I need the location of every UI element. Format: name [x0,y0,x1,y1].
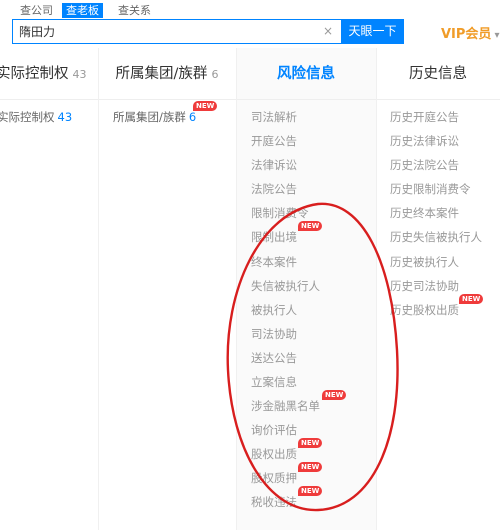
history-item[interactable]: 历史限制消费令 [390,181,471,197]
history-item[interactable]: 历史失信被执行人 [390,229,482,245]
risk-item[interactable]: 失信被执行人 [251,278,320,294]
new-badge: NEW [298,486,323,496]
risk-item[interactable]: 法院公告 [251,181,297,197]
search-box: × [12,19,342,44]
history-item[interactable]: 历史被执行人 [390,254,459,270]
new-badge: NEW [298,221,323,231]
header-actual-control[interactable]: 实际控制权 43 [0,48,98,100]
risk-item[interactable]: 法律诉讼 [251,157,297,173]
new-badge: NEW [193,101,218,111]
new-badge: NEW [298,462,323,472]
risk-item[interactable]: 询价评估 [251,422,297,438]
risk-item[interactable]: 股权质押 [251,470,297,486]
new-badge: NEW [298,438,323,448]
history-item[interactable]: 历史法律诉讼 [390,133,459,149]
header-history[interactable]: 历史信息 [376,48,500,100]
risk-item[interactable]: 终本案件 [251,254,297,270]
risk-item[interactable]: 开庭公告 [251,133,297,149]
actual-control-link[interactable]: 实际控制权 43 [0,109,72,125]
group-count: 6 [188,110,197,124]
header-history-label: 历史信息 [409,66,467,82]
group-label: 所属集团/族群 [113,110,186,124]
tab-boss[interactable]: 查老板 [62,3,103,18]
history-item[interactable]: 历史股权出质 [390,302,459,318]
risk-item[interactable]: 立案信息 [251,374,297,390]
tab-relation[interactable]: 查关系 [114,3,155,18]
new-badge: NEW [322,390,347,400]
risk-item[interactable]: 司法解析 [251,109,297,125]
tab-company[interactable]: 查公司 [16,3,57,18]
risk-item[interactable]: 限制出境 [251,229,297,245]
search-input[interactable] [19,23,309,40]
header-actual-control-count: 43 [72,68,87,81]
header-risk[interactable]: 风险信息 [236,48,376,100]
risk-item[interactable]: 股权出质 [251,446,297,462]
history-item[interactable]: 历史司法协助 [390,278,459,294]
header-group-count: 6 [211,68,219,81]
chevron-down-icon: ▾ [494,30,500,41]
search-tabs: 查公司 查老板 查关系 [0,0,500,18]
vip-label: VIP会员 [441,27,492,42]
column-divider [98,48,99,530]
history-item[interactable]: 历史开庭公告 [390,109,459,125]
header-group[interactable]: 所属集团/族群 6 [98,48,236,100]
new-badge: NEW [459,294,484,304]
clear-icon[interactable]: × [323,24,333,39]
risk-item[interactable]: 送达公告 [251,350,297,366]
vip-link[interactable]: VIP会员 ▾ [441,23,499,42]
risk-item[interactable]: 被执行人 [251,302,297,318]
risk-item[interactable]: 司法协助 [251,326,297,342]
column-divider [236,48,237,530]
risk-item[interactable]: 限制消费令 [251,205,309,221]
header-risk-label: 风险信息 [277,66,335,82]
history-item[interactable]: 历史法院公告 [390,157,459,173]
risk-item[interactable]: 税收违法 [251,494,297,510]
search-button[interactable]: 天眼一下 [341,19,404,44]
header-group-label: 所属集团/族群 [115,66,208,82]
column-divider [376,48,377,530]
actual-control-count: 43 [57,110,73,124]
history-item[interactable]: 历史终本案件 [390,205,459,221]
risk-item[interactable]: 涉金融黑名单 [251,398,320,414]
actual-control-label: 实际控制权 [0,110,55,124]
group-link[interactable]: 所属集团/族群 6 [113,109,196,125]
header-actual-control-label: 实际控制权 [0,66,69,82]
